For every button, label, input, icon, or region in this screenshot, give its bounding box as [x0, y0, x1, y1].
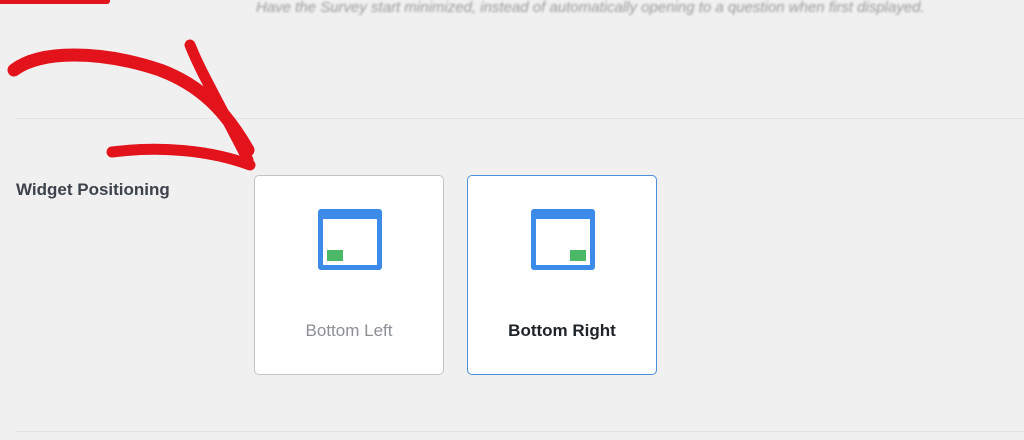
section-divider-bottom [15, 431, 1024, 432]
bottom-left-window-icon [318, 209, 382, 270]
section-divider [15, 118, 1024, 119]
bottom-left-label: Bottom Left [305, 321, 393, 340]
widget-positioning-label: Widget Positioning [16, 180, 170, 199]
bottom-right-label: Bottom Right [508, 321, 616, 340]
bottom-left-option[interactable]: Bottom Left [254, 175, 444, 375]
bottom-right-window-icon [531, 209, 595, 270]
bottom-right-option[interactable]: Bottom Right [467, 175, 657, 375]
annotation-arrow-icon [7, 39, 256, 171]
previous-setting-description: Have the Survey start minimized, instead… [256, 0, 925, 16]
previous-setting-toggle-fragment [0, 0, 110, 4]
